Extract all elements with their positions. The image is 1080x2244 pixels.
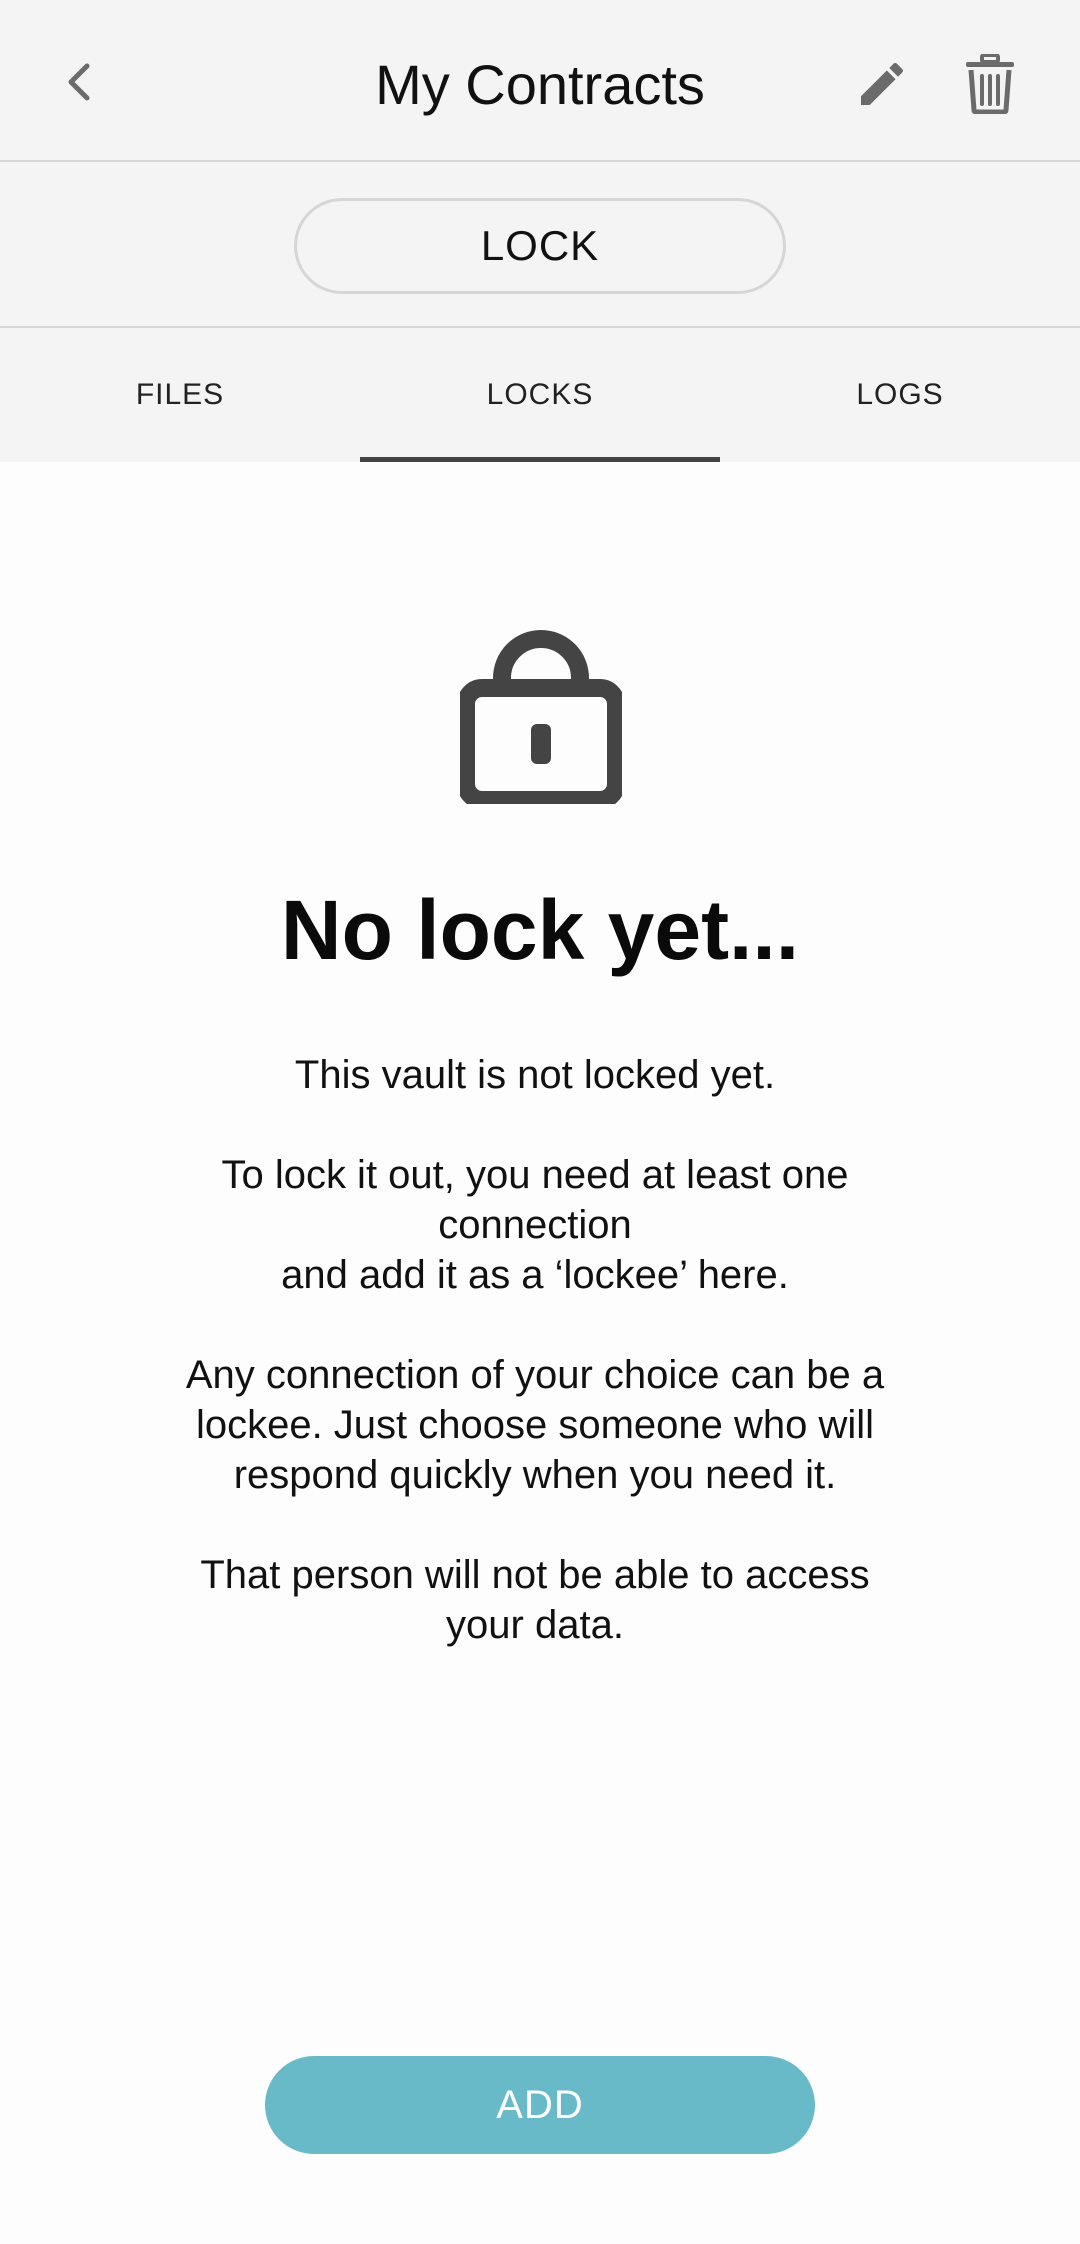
edit-button[interactable] [842,44,922,124]
add-button[interactable]: ADD [265,2056,815,2154]
tab-locks[interactable]: LOCKS [360,328,720,462]
paragraph-line: respond quickly when you need it. [233,1453,837,1497]
padlock-icon [460,630,622,804]
empty-state-paragraph: That person will not be able to access y… [140,1550,930,1650]
tab-bar: FILES LOCKS LOGS [0,328,1080,462]
lock-bar: LOCK [0,162,1080,328]
paragraph-line: lockee. Just choose someone who will [195,1403,875,1447]
empty-state-title: No lock yet... [280,883,800,977]
app-header: My Contracts [0,0,1080,162]
lock-button[interactable]: LOCK [294,198,786,294]
tab-files[interactable]: FILES [0,328,360,462]
paragraph-line: Any connection of your choice can be a [185,1353,885,1397]
tab-logs[interactable]: LOGS [720,328,1080,462]
empty-state-paragraph: To lock it out, you need at least one co… [140,1150,930,1300]
paragraph-line: This vault is not locked yet. [294,1053,776,1097]
empty-state-paragraph: Any connection of your choice can be a l… [140,1350,930,1500]
trash-icon [966,54,1014,114]
chevron-left-icon [68,63,90,101]
paragraph-line: connection [438,1203,632,1247]
page-title: My Contracts [375,53,705,116]
tab-indicator [360,457,720,462]
pencil-icon [861,62,904,105]
paragraph-line: your data. [446,1603,624,1647]
delete-button[interactable] [950,44,1030,124]
paragraph-line: That person will not be able to access [200,1553,870,1597]
empty-state-paragraph: This vault is not locked yet. [140,1050,930,1100]
paragraph-line: and add it as a ‘lockee’ here. [281,1253,789,1297]
back-button[interactable] [40,44,116,120]
paragraph-line: To lock it out, you need at least one [221,1153,849,1197]
